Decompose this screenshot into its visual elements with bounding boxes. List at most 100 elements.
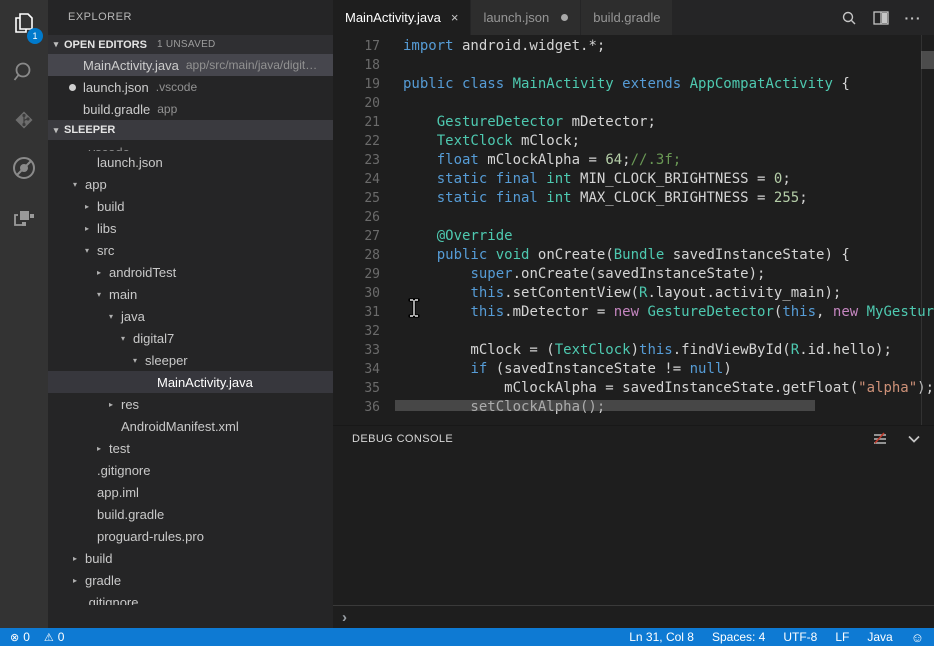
editor-tab[interactable]: launch.json — [471, 0, 580, 35]
tree-item-label: build — [97, 199, 124, 214]
feedback-smiley-icon[interactable]: ☺ — [911, 630, 924, 645]
code-line[interactable]: 26 — [333, 208, 934, 227]
more-actions-icon[interactable]: ··· — [904, 9, 922, 27]
chevron-right-icon[interactable]: ▸ — [97, 268, 109, 277]
code-line[interactable]: 31 this.mDetector = new GestureDetector(… — [333, 303, 934, 322]
open-editor-item[interactable]: launch.json.vscode — [48, 76, 333, 98]
tree-item-label: src — [97, 243, 114, 258]
language-mode[interactable]: Java — [867, 630, 892, 644]
tree-item[interactable]: ▾src — [48, 239, 333, 261]
open-editor-item[interactable]: MainActivity.javaapp/src/main/java/digit… — [48, 54, 333, 76]
tree-item[interactable]: app.iml — [48, 481, 333, 503]
line-number: 28 — [333, 246, 380, 265]
chevron-right-icon[interactable]: ▸ — [73, 576, 85, 585]
code-line[interactable]: 20 — [333, 94, 934, 113]
activity-item-search[interactable] — [0, 48, 48, 96]
tree-item[interactable]: ▸libs — [48, 217, 333, 239]
code-line[interactable]: 28 public void onCreate(Bundle savedInst… — [333, 246, 934, 265]
debug-console-input[interactable]: › — [333, 605, 934, 628]
line-content: @Override — [380, 227, 513, 246]
tree-item[interactable]: ▾java — [48, 305, 333, 327]
tree-item[interactable]: ▾sleeper — [48, 349, 333, 371]
tree-item[interactable]: launch.json — [48, 151, 333, 173]
code-line[interactable]: 22 TextClock mClock; — [333, 132, 934, 151]
encoding[interactable]: UTF-8 — [783, 630, 817, 644]
code-line[interactable]: 23 float mClockAlpha = 64;//.3f; — [333, 151, 934, 170]
error-count[interactable]: ⊗ 0 — [10, 630, 30, 644]
chevron-right-icon[interactable]: ▸ — [85, 202, 97, 211]
chevron-down-icon[interactable]: ▾ — [73, 180, 85, 189]
open-editors-header[interactable]: ▾ OPEN EDITORS 1 UNSAVED — [48, 35, 333, 54]
chevron-right-icon[interactable]: ▸ — [97, 444, 109, 453]
chevron-right-icon[interactable]: ▸ — [85, 224, 97, 233]
tree-item[interactable]: proguard-rules.pro — [48, 525, 333, 547]
tree-item[interactable]: ▾.vscode — [48, 140, 333, 151]
chevron-down-icon[interactable]: ▾ — [133, 356, 145, 365]
code-line[interactable]: 25 static final int MAX_CLOCK_BRIGHTNESS… — [333, 189, 934, 208]
vscode-window: 1 — [0, 0, 934, 646]
line-number: 30 — [333, 284, 380, 303]
activity-item-explorer[interactable]: 1 — [0, 0, 48, 48]
chevron-down-icon[interactable]: ▾ — [109, 312, 121, 321]
activity-item-extensions[interactable] — [0, 192, 48, 240]
cursor-position[interactable]: Ln 31, Col 8 — [629, 630, 694, 644]
tree-item[interactable]: ▾digital7 — [48, 327, 333, 349]
code-line[interactable]: 33 mClock = (TextClock)this.findViewById… — [333, 341, 934, 360]
indentation[interactable]: Spaces: 4 — [712, 630, 765, 644]
warning-count[interactable]: ⚠ 0 — [44, 630, 65, 644]
tree-item[interactable]: .gitignore — [48, 591, 333, 605]
tree-item[interactable]: build.gradle — [48, 503, 333, 525]
tree-item[interactable]: ▾app — [48, 173, 333, 195]
close-panel-chevron-icon[interactable] — [906, 431, 922, 447]
vertical-scrollbar-thumb[interactable] — [921, 51, 934, 69]
open-editor-filename: launch.json — [83, 80, 149, 95]
line-number: 26 — [333, 208, 380, 227]
tree-item[interactable]: ▸test — [48, 437, 333, 459]
tree-item[interactable]: .gitignore — [48, 459, 333, 481]
open-editor-item[interactable]: build.gradleapp — [48, 98, 333, 120]
open-preview-icon[interactable] — [840, 9, 858, 27]
line-content: static final int MAX_CLOCK_BRIGHTNESS = … — [380, 189, 808, 208]
tree-item[interactable]: AndroidManifest.xml — [48, 415, 333, 437]
horizontal-scrollbar[interactable] — [395, 400, 815, 411]
code-line[interactable]: 30 this.setContentView(R.layout.activity… — [333, 284, 934, 303]
chevron-down-icon: ▾ — [48, 39, 64, 50]
close-tab-icon[interactable]: × — [451, 10, 459, 25]
code-line[interactable]: 24 static final int MIN_CLOCK_BRIGHTNESS… — [333, 170, 934, 189]
activity-item-debug[interactable] — [0, 144, 48, 192]
split-editor-icon[interactable] — [872, 9, 890, 27]
code-line[interactable]: 17import android.widget.*; — [333, 37, 934, 56]
code-line[interactable]: 34 if (savedInstanceState != null) — [333, 360, 934, 379]
code-line[interactable]: 27 @Override — [333, 227, 934, 246]
tree-item[interactable]: ▸androidTest — [48, 261, 333, 283]
code-line[interactable]: 21 GestureDetector mDetector; — [333, 113, 934, 132]
chevron-right-icon[interactable]: ▸ — [73, 554, 85, 563]
tree-item-label: MainActivity.java — [157, 375, 253, 390]
line-number: 18 — [333, 56, 380, 75]
tree-item[interactable]: ▾main — [48, 283, 333, 305]
activity-item-source-control[interactable] — [0, 96, 48, 144]
tree-item[interactable]: ▸build — [48, 547, 333, 569]
code-editor[interactable]: 17import android.widget.*;1819public cla… — [333, 35, 934, 425]
line-content — [380, 208, 403, 227]
chevron-down-icon[interactable]: ▾ — [121, 334, 133, 343]
clear-console-icon[interactable] — [872, 431, 888, 447]
editor-tab[interactable]: build.gradle — [581, 0, 672, 35]
folder-section-header[interactable]: ▾ SLEEPER — [48, 120, 333, 140]
tree-item[interactable]: MainActivity.java — [48, 371, 333, 393]
tree-item[interactable]: ▸build — [48, 195, 333, 217]
line-content: mClock = (TextClock)this.findViewById(R.… — [380, 341, 892, 360]
tree-item[interactable]: ▸gradle — [48, 569, 333, 591]
chevron-down-icon[interactable]: ▾ — [85, 246, 97, 255]
vertical-scrollbar-track[interactable] — [921, 35, 934, 425]
code-line[interactable]: 32 — [333, 322, 934, 341]
tree-item[interactable]: ▸res — [48, 393, 333, 415]
editor-tab[interactable]: MainActivity.java× — [333, 0, 470, 35]
code-line[interactable]: 35 mClockAlpha = savedInstanceState.getF… — [333, 379, 934, 398]
chevron-down-icon[interactable]: ▾ — [97, 290, 109, 299]
code-line[interactable]: 18 — [333, 56, 934, 75]
code-line[interactable]: 29 super.onCreate(savedInstanceState); — [333, 265, 934, 284]
code-line[interactable]: 19public class MainActivity extends AppC… — [333, 75, 934, 94]
eol[interactable]: LF — [835, 630, 849, 644]
chevron-right-icon[interactable]: ▸ — [109, 400, 121, 409]
